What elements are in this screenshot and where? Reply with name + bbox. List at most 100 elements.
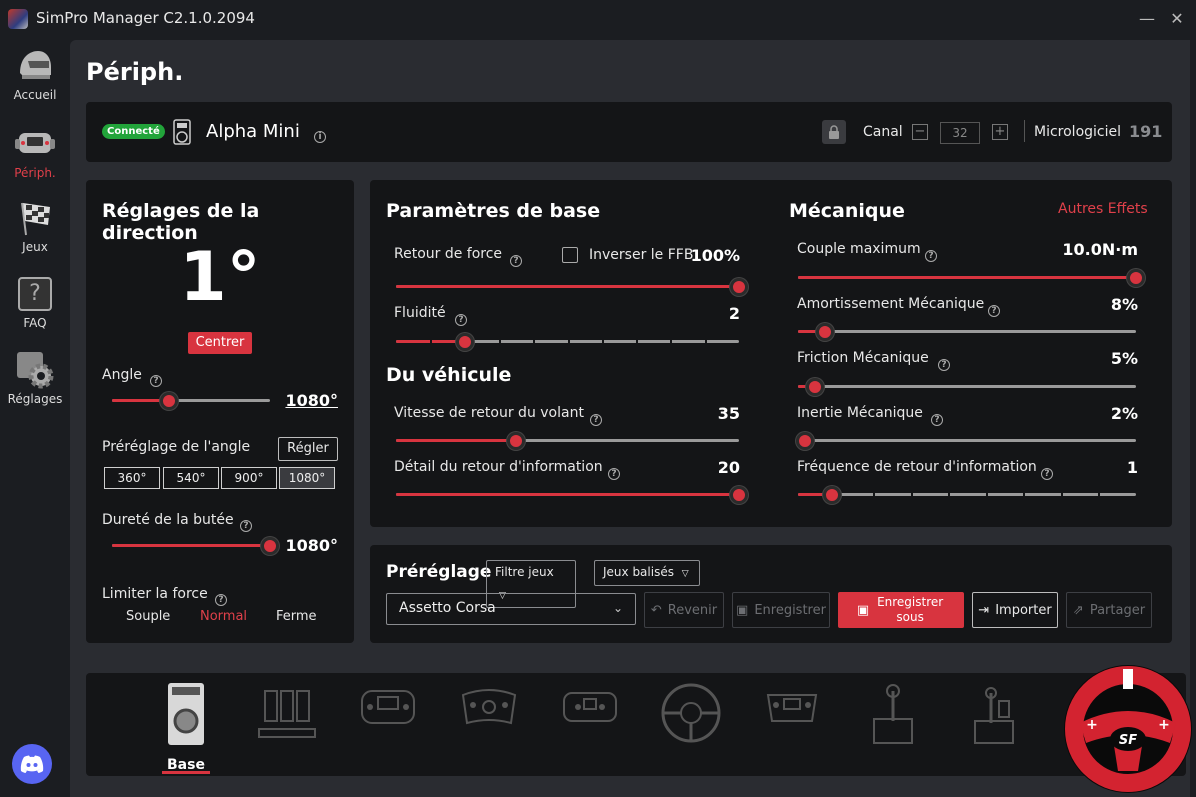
tab-gt-wheel[interactable] xyxy=(454,681,524,761)
invert-ffb-checkbox[interactable] xyxy=(562,247,578,263)
set-button[interactable]: Régler xyxy=(278,437,338,461)
feedback-detail-label: Détail du retour d'information xyxy=(394,459,603,475)
wheelbase-icon xyxy=(168,683,204,745)
preset-360-button[interactable]: 360° xyxy=(104,467,160,489)
lock-icon[interactable] xyxy=(822,120,846,144)
info-icon[interactable]: ? xyxy=(931,407,943,426)
info-icon[interactable]: i xyxy=(314,124,326,143)
firmware-value: 191 xyxy=(1129,122,1163,141)
info-icon[interactable]: ? xyxy=(240,513,252,532)
tab-formula-wheel[interactable] xyxy=(353,681,423,761)
question-icon: ? xyxy=(15,274,55,314)
feedback-frequency-slider[interactable] xyxy=(798,486,1136,504)
revert-button[interactable]: ↶ Revenir xyxy=(644,592,724,628)
save-as-icon: ▣ xyxy=(856,602,870,618)
tab-sequential-shifter[interactable] xyxy=(959,681,1029,761)
selected-game: Assetto Corsa xyxy=(399,600,496,616)
preset-540-button[interactable]: 540° xyxy=(163,467,219,489)
force-normal-option[interactable]: Normal xyxy=(200,609,247,624)
tab-gt-wheel-2[interactable] xyxy=(555,681,625,761)
save-as-button[interactable]: ▣ Enregistrer sous xyxy=(838,592,964,628)
channel-decrement-button[interactable]: − xyxy=(912,124,928,140)
steering-settings-card: Réglages de la direction 1° Centrer Angl… xyxy=(86,180,354,643)
info-icon[interactable]: ? xyxy=(510,248,522,267)
revert-label: Revenir xyxy=(667,602,718,618)
ffb-value: 100% xyxy=(690,246,740,265)
chevron-down-icon: ⌄ xyxy=(612,601,623,615)
ffb-slider[interactable] xyxy=(396,278,748,296)
center-button[interactable]: Centrer xyxy=(188,332,252,354)
angle-slider[interactable] xyxy=(112,392,270,410)
discord-icon[interactable] xyxy=(12,744,52,784)
gear-icon xyxy=(15,350,55,390)
info-icon[interactable]: ? xyxy=(150,368,162,387)
stop-hardness-value: 1080° xyxy=(285,536,338,555)
info-icon[interactable]: ? xyxy=(925,243,937,262)
feedback-frequency-value: 1 xyxy=(1126,458,1138,477)
stop-hardness-slider[interactable] xyxy=(112,537,279,555)
wheel-return-slider[interactable] xyxy=(396,432,739,450)
tagged-games-dropdown[interactable]: Jeux balisés ▽ xyxy=(594,560,700,586)
force-soft-option[interactable]: Souple xyxy=(126,609,170,624)
tab-round-wheel[interactable] xyxy=(656,681,726,761)
sidebar: Accueil Périph. Jeux ? FAQ Réglages xyxy=(0,38,70,797)
ffb-label: Retour de force xyxy=(394,246,503,262)
save-button[interactable]: ▣ Enregistrer xyxy=(732,592,830,628)
info-icon[interactable]: ? xyxy=(215,587,227,606)
device-tabs-bar: Base xyxy=(86,673,1186,776)
angle-value[interactable]: 1080° xyxy=(282,391,338,410)
sidebar-item-home[interactable]: Accueil xyxy=(0,46,70,102)
sidebar-item-label: FAQ xyxy=(23,316,47,330)
feedback-frequency-label: Fréquence de retour d'information xyxy=(797,459,1037,475)
preset-900-button[interactable]: 900° xyxy=(221,467,277,489)
feedback-detail-value: 20 xyxy=(717,458,740,477)
share-label: Partager xyxy=(1089,602,1146,618)
smoothness-slider[interactable] xyxy=(396,333,739,351)
inertia-slider[interactable] xyxy=(795,432,1136,450)
info-icon[interactable]: ? xyxy=(590,407,602,426)
force-limit-label: Limiter la force xyxy=(102,586,208,602)
sidebar-item-faq[interactable]: ? FAQ xyxy=(0,274,70,330)
tab-shifter[interactable] xyxy=(858,681,928,761)
info-icon[interactable]: ? xyxy=(608,461,620,480)
minimize-button[interactable]: — xyxy=(1136,8,1158,30)
channel-input[interactable]: 32 xyxy=(940,122,980,144)
tab-pedals[interactable] xyxy=(252,681,322,761)
game-select[interactable]: Assetto Corsa ⌄ xyxy=(386,593,636,625)
info-icon[interactable]: ? xyxy=(988,298,1000,317)
sidebar-item-games[interactable]: Jeux xyxy=(0,198,70,254)
tab-base[interactable]: Base xyxy=(151,681,221,773)
angle-label: Angle xyxy=(102,367,142,383)
damping-label: Amortissement Mécanique xyxy=(797,296,985,312)
chevron-down-icon: ▽ xyxy=(681,569,689,579)
preset-1080-button[interactable]: 1080° xyxy=(279,467,335,489)
info-icon[interactable]: ? xyxy=(1041,461,1053,480)
force-firm-option[interactable]: Ferme xyxy=(276,609,317,624)
max-torque-slider[interactable] xyxy=(798,269,1145,287)
steering-wheel-icon xyxy=(15,124,55,164)
app-logo-icon xyxy=(8,9,28,29)
friction-slider[interactable] xyxy=(798,378,1136,396)
divider xyxy=(1024,120,1025,142)
share-button[interactable]: ⇗ Partager xyxy=(1066,592,1152,628)
preset-title: Préréglage xyxy=(386,562,492,582)
close-button[interactable]: ✕ xyxy=(1166,8,1188,30)
other-effects-link[interactable]: Autres Effets xyxy=(1058,201,1148,217)
angle-display: 1° xyxy=(179,238,261,317)
info-icon[interactable]: ? xyxy=(938,352,950,371)
sidebar-item-devices[interactable]: Périph. xyxy=(0,124,70,180)
base-params-title: Paramètres de base xyxy=(386,200,601,222)
formula-wheel-icon xyxy=(361,690,415,724)
sidebar-item-settings[interactable]: Réglages xyxy=(0,350,70,406)
undo-icon: ↶ xyxy=(650,602,662,618)
sequential-shifter-icon xyxy=(974,687,1014,744)
info-icon[interactable]: ? xyxy=(455,307,467,326)
channel-increment-button[interactable]: + xyxy=(992,124,1008,140)
sidebar-item-label: Accueil xyxy=(13,88,57,102)
import-button[interactable]: ⇥ Importer xyxy=(972,592,1058,628)
device-name: Alpha Mini xyxy=(206,121,300,142)
tab-formula-wheel-2[interactable] xyxy=(757,681,827,761)
svg-text:+: + xyxy=(1158,717,1170,733)
feedback-detail-slider[interactable] xyxy=(396,486,748,504)
damping-slider[interactable] xyxy=(798,323,1136,341)
